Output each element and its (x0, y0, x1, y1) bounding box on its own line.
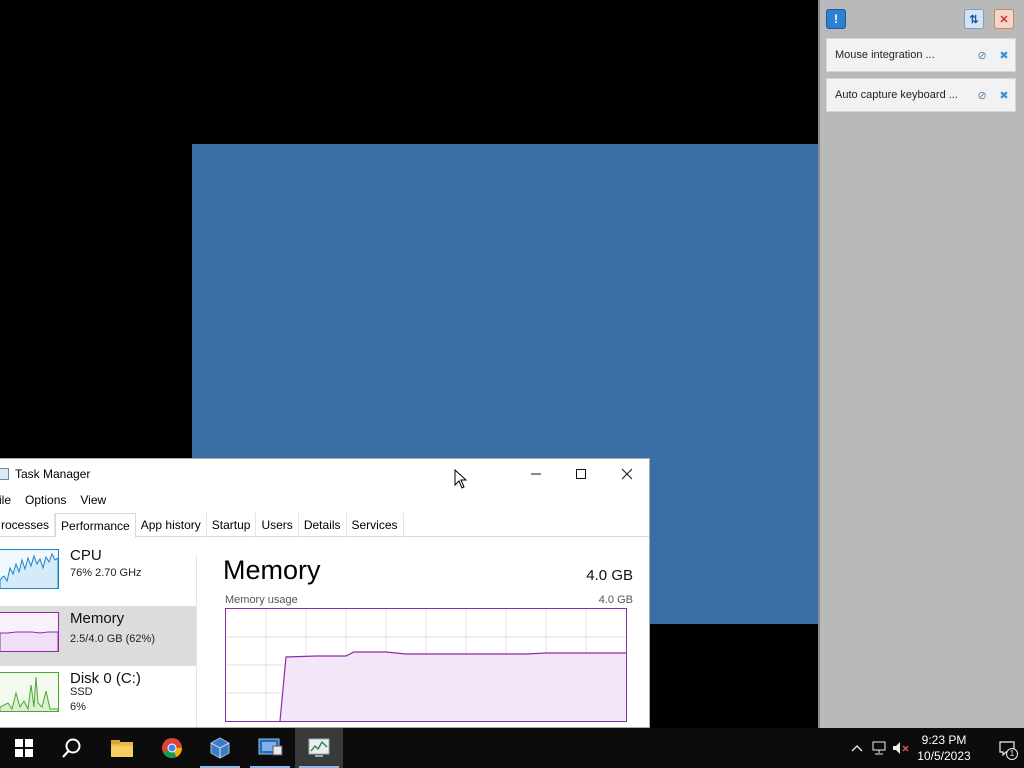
network-button[interactable] (868, 728, 890, 768)
tab-details[interactable]: Details (299, 513, 347, 537)
sidebar-item-detail: 6% (70, 701, 86, 713)
search-icon (62, 738, 81, 758)
notification-panel-header: ! ⇅ ✕ (820, 0, 1024, 36)
sidebar-item-name: CPU (70, 547, 102, 564)
sidebar-item-disk[interactable]: Disk 0 (C:) SSD 6% (0, 666, 196, 726)
mute-icon[interactable]: ⊘ (971, 49, 993, 62)
sidebar-item-detail: 76% 2.70 GHz (70, 567, 142, 579)
task-manager-icon (308, 738, 330, 757)
vm-machine-icon (258, 738, 283, 756)
file-explorer-button[interactable] (98, 728, 146, 768)
show-hidden-icons-button[interactable] (846, 728, 868, 768)
menu-bar: ile Options View (0, 489, 120, 511)
folder-icon (111, 740, 133, 757)
volume-button[interactable] (890, 728, 912, 768)
virtualbox-icon (210, 737, 230, 759)
graph-label: Memory usage (225, 594, 298, 606)
title-bar[interactable]: Task Manager (0, 459, 649, 489)
close-icon (621, 468, 633, 480)
tab-app-history[interactable]: App history (136, 513, 207, 537)
graph-max-label: 4.0 GB (598, 594, 633, 606)
sidebar-item-cpu[interactable]: CPU 76% 2.70 GHz (0, 543, 196, 603)
window-title: Task Manager (15, 467, 91, 481)
cpu-thumbnail-graph (0, 549, 59, 589)
windows-logo-icon (15, 739, 33, 757)
disk-thumbnail-graph (0, 672, 59, 712)
tab-startup[interactable]: Startup (207, 513, 257, 537)
task-manager-window: Task Manager ile Options View rocesses P… (0, 458, 650, 728)
volume-muted-icon (893, 742, 909, 754)
page-title: Memory (223, 555, 321, 585)
notification-panel: ! ⇅ ✕ Mouse integration ... ⊘ ✖ Auto cap… (818, 0, 1024, 728)
memory-usage-graph (225, 608, 627, 722)
tab-performance[interactable]: Performance (55, 513, 136, 538)
action-center-button[interactable]: 1 (990, 728, 1024, 768)
task-manager-icon (0, 468, 9, 480)
tab-users[interactable]: Users (256, 513, 299, 537)
sidebar-item-detail: 2.5/4.0 GB (62%) (70, 633, 155, 645)
minimize-button[interactable] (513, 459, 559, 489)
sidebar-item-name: Memory (70, 610, 125, 627)
chrome-icon (162, 738, 183, 759)
memory-detail-pane: Memory 4.0 GB Memory usage 4.0 GB (213, 543, 633, 727)
collapse-all-icon[interactable]: ⇅ (964, 9, 984, 29)
search-button[interactable] (48, 728, 96, 768)
notification-count-badge: 1 (1006, 748, 1018, 760)
clock-time: 9:23 PM (921, 733, 967, 747)
memory-thumbnail-graph (0, 612, 59, 652)
performance-sidebar: CPU 76% 2.70 GHz Memory 2.5/4.0 GB (62%) (0, 543, 196, 727)
sidebar-item-memory[interactable]: Memory 2.5/4.0 GB (62%) (0, 606, 196, 666)
tab-strip: rocesses Performance App history Startup… (0, 513, 649, 538)
notification-auto-capture-keyboard[interactable]: Auto capture keyboard ... ⊘ ✖ (826, 78, 1016, 112)
maximize-icon (576, 469, 586, 479)
notification-text: Auto capture keyboard ... (835, 89, 958, 101)
close-icon[interactable]: ✖ (993, 89, 1015, 102)
start-button[interactable] (0, 728, 48, 768)
tab-services[interactable]: Services (347, 513, 404, 537)
sidebar-item-name: Disk 0 (C:) (70, 670, 141, 687)
maximize-button[interactable] (558, 459, 604, 489)
sidebar-item-detail: SSD (70, 686, 93, 698)
virtualbox-button[interactable] (196, 728, 244, 768)
clock-date: 10/5/2023 (917, 749, 971, 763)
mouse-cursor-icon (454, 469, 468, 489)
close-all-icon[interactable]: ✕ (994, 9, 1014, 29)
menu-options[interactable]: Options (25, 489, 66, 511)
chrome-button[interactable] (148, 728, 196, 768)
notification-text: Mouse integration ... (835, 49, 935, 61)
minimize-icon (531, 473, 541, 475)
clock[interactable]: 9:23 PM 10/5/2023 (912, 732, 976, 764)
close-button[interactable] (604, 459, 649, 489)
menu-view[interactable]: View (80, 489, 106, 511)
system-tray: 9:23 PM 10/5/2023 1 (846, 728, 1024, 768)
mute-icon[interactable]: ⊘ (971, 89, 993, 102)
task-manager-taskbar-button[interactable] (295, 728, 343, 768)
menu-file[interactable]: ile (0, 489, 11, 511)
chevron-up-icon (851, 745, 863, 752)
info-icon: ! (826, 9, 846, 29)
close-icon[interactable]: ✖ (993, 49, 1015, 62)
vm-window-button[interactable] (246, 728, 294, 768)
taskbar: 9:23 PM 10/5/2023 1 (0, 728, 1024, 768)
tab-processes[interactable]: rocesses (0, 513, 56, 537)
network-icon (872, 741, 886, 755)
pane-divider (196, 555, 197, 727)
notification-mouse-integration[interactable]: Mouse integration ... ⊘ ✖ (826, 38, 1016, 72)
desktop-screen: ! ⇅ ✕ Mouse integration ... ⊘ ✖ Auto cap… (0, 0, 1024, 768)
memory-total: 4.0 GB (586, 567, 633, 584)
